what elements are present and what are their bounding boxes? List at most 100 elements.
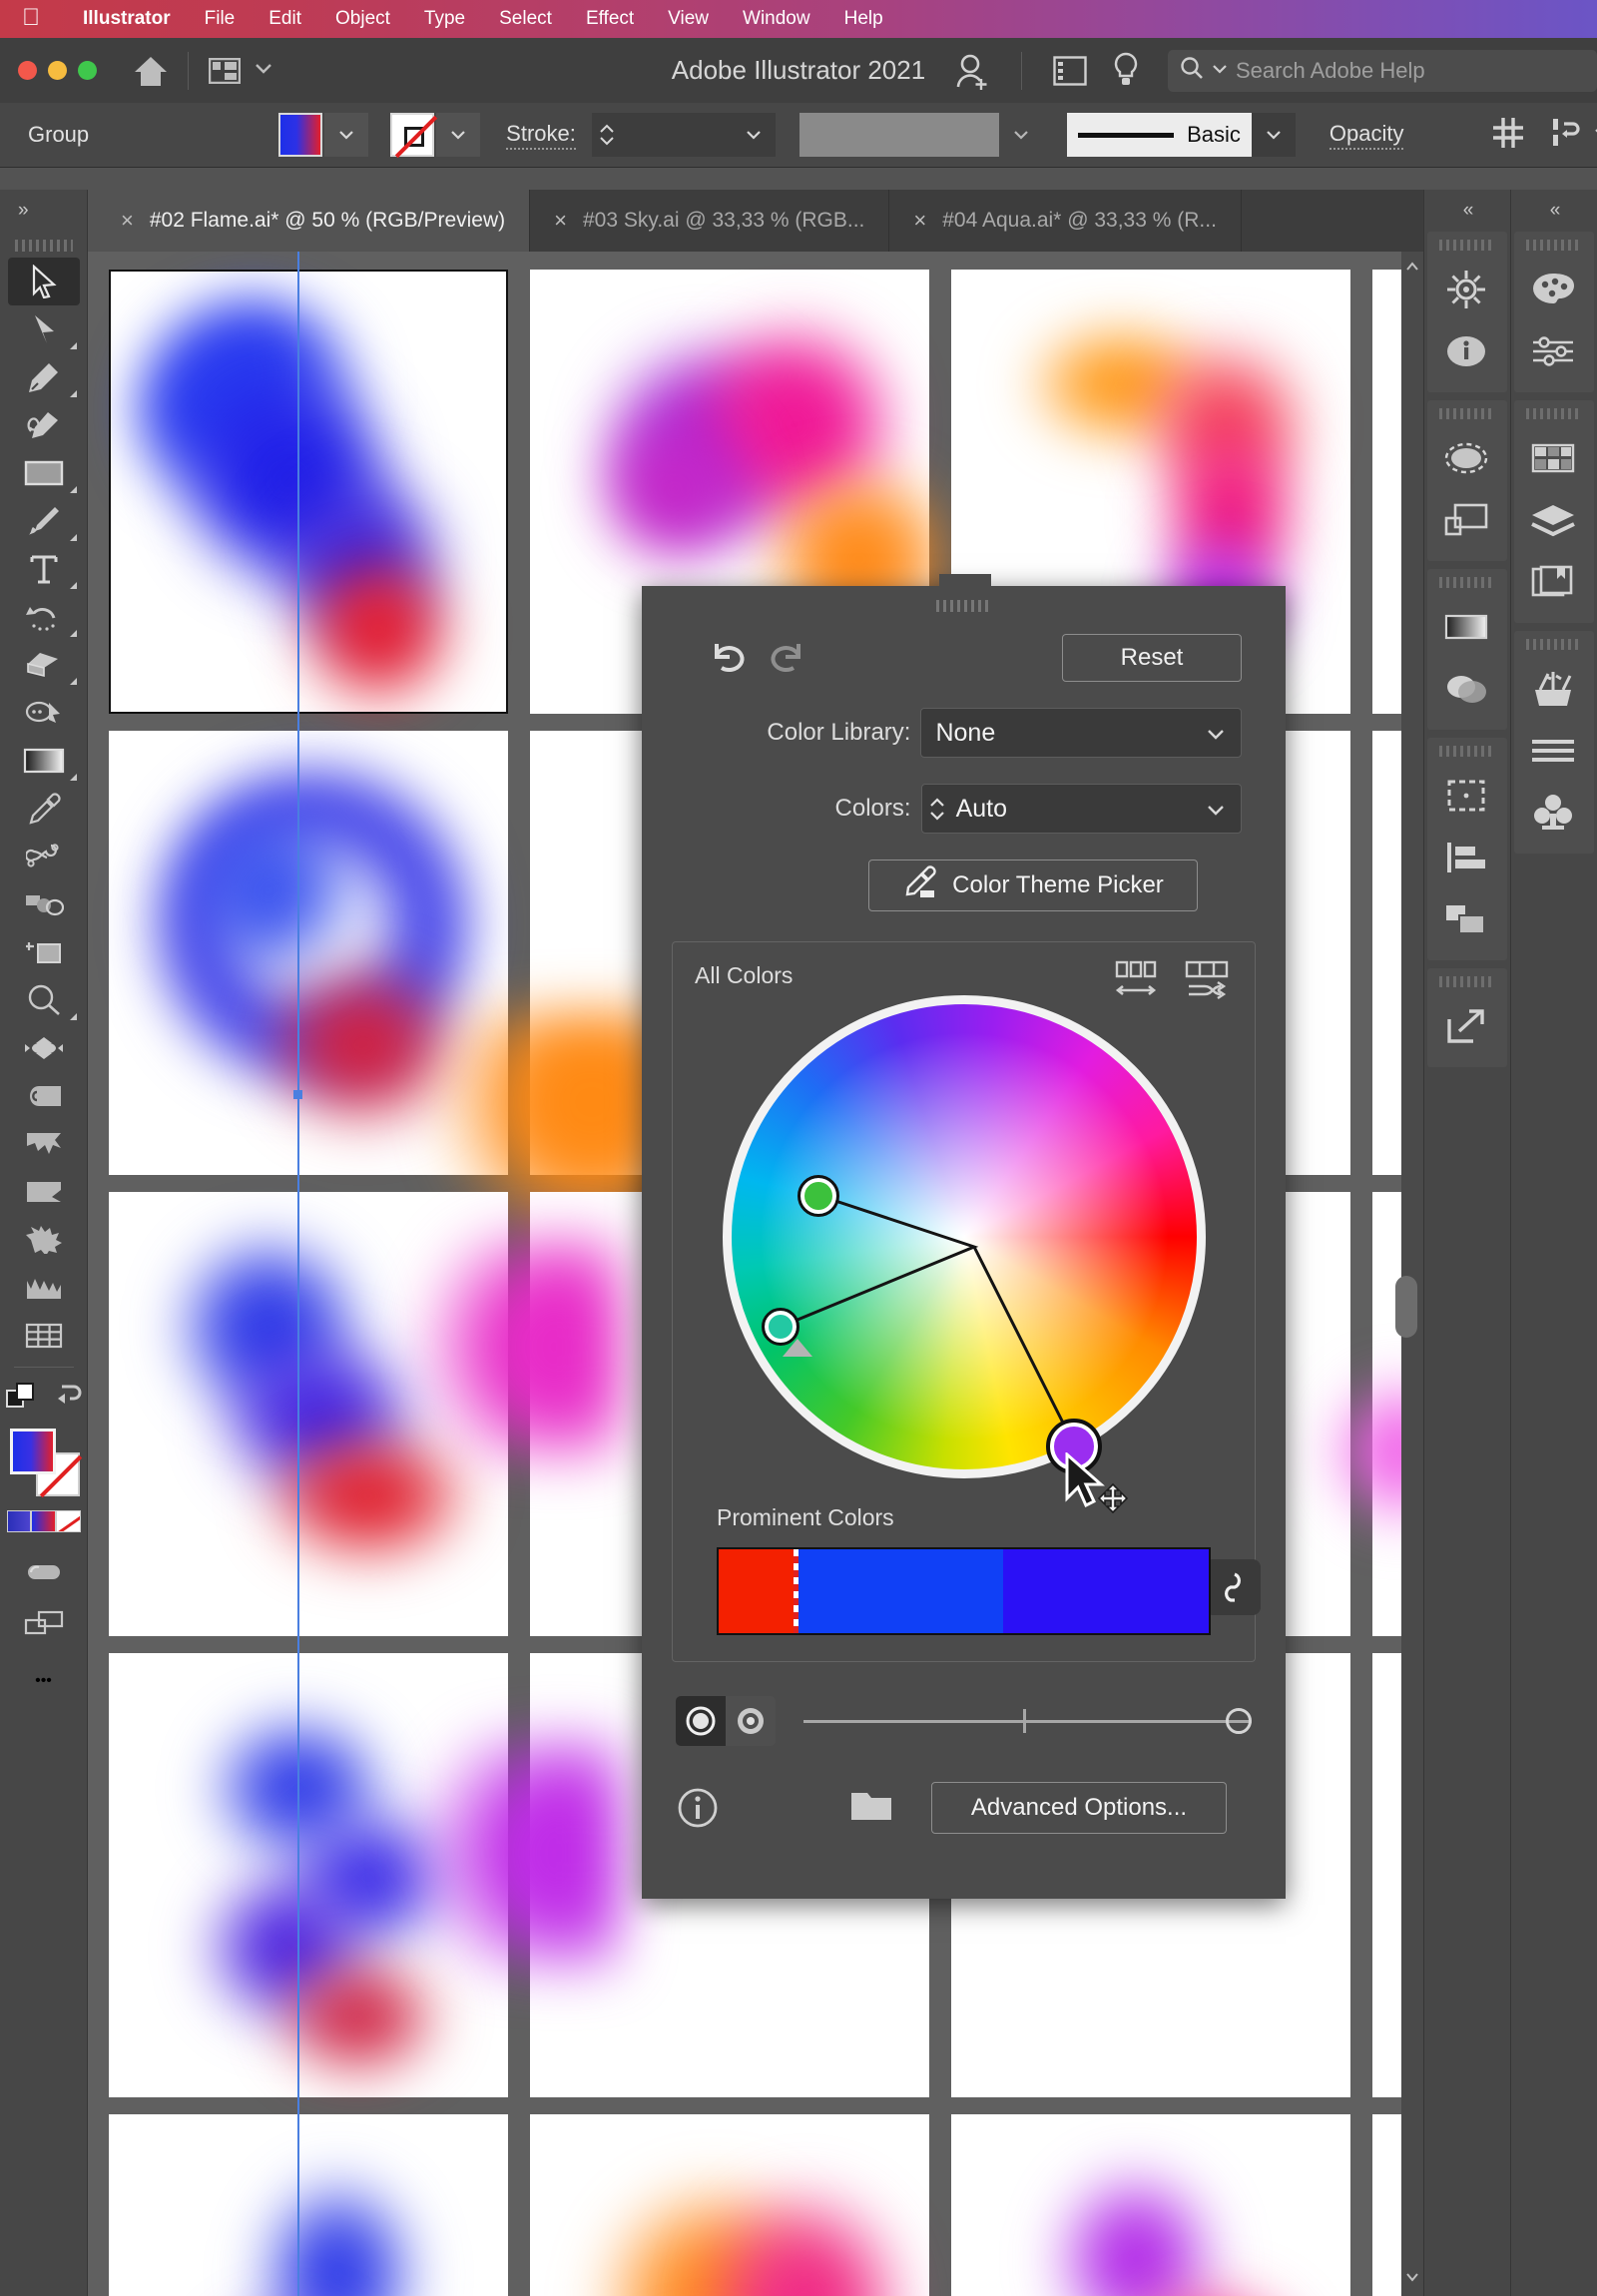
color-mode-button[interactable] [31, 1510, 56, 1532]
home-icon[interactable] [134, 55, 168, 87]
canvas-vertical-scrollbar[interactable] [1401, 252, 1423, 2296]
puppet-warp-tool[interactable] [8, 1072, 80, 1120]
panel-toggle-icon[interactable] [1042, 55, 1098, 86]
drawing-mode-icon[interactable] [8, 1550, 80, 1598]
swap-fill-stroke-icon[interactable] [54, 1383, 82, 1414]
change-screen-mode-icon[interactable] [8, 1598, 80, 1646]
menu-item-object[interactable]: Object [318, 8, 407, 30]
menu-item-window[interactable]: Window [726, 8, 827, 30]
transform-icon[interactable] [1551, 116, 1581, 155]
tab-flame-ai[interactable]: × #02 Flame.ai* @ 50 % (RGB/Preview) [97, 190, 531, 252]
transform-panel-icon[interactable] [1427, 888, 1505, 950]
dock-group-grip[interactable] [1439, 408, 1495, 419]
search-input[interactable]: Search Adobe Help [1168, 49, 1597, 92]
save-theme-folder-icon[interactable] [849, 1789, 893, 1828]
menu-item-view[interactable]: View [651, 8, 726, 30]
menu-item-help[interactable]: Help [827, 8, 900, 30]
dock-group-grip[interactable] [1439, 746, 1495, 757]
workspace-switcher-icon[interactable] [208, 57, 242, 84]
close-icon[interactable]: × [554, 208, 567, 234]
dock-group-grip[interactable] [1526, 639, 1582, 650]
color-wheel[interactable] [722, 995, 1206, 1478]
layers-panel-icon[interactable] [1514, 489, 1592, 551]
gradient-tool[interactable] [8, 737, 80, 785]
slider-knob[interactable] [1226, 1708, 1252, 1734]
color-handle-green[interactable] [797, 1175, 839, 1217]
opacity-label[interactable]: Opacity [1329, 121, 1404, 150]
close-window-button[interactable] [18, 61, 37, 80]
variable-width-chevron-down-icon[interactable] [998, 113, 1043, 157]
transform-chevron-down-icon[interactable] [1593, 126, 1597, 144]
width-tool[interactable] [8, 1120, 80, 1168]
stroke-weight-stepper[interactable] [591, 113, 622, 157]
align-panel-icon[interactable] [1427, 827, 1505, 888]
menu-item-select[interactable]: Select [482, 8, 569, 30]
dialog-drag-grip[interactable] [935, 600, 992, 612]
libraries-panel-icon[interactable] [1514, 551, 1592, 613]
recolor-art-mode-button[interactable] [676, 1696, 726, 1746]
color-theme-picker-button[interactable]: Color Theme Picker [868, 860, 1198, 911]
eyedropper-tool[interactable] [8, 785, 80, 833]
dock-group-grip[interactable] [1526, 240, 1582, 251]
scroll-up-icon[interactable] [1401, 260, 1423, 278]
minimize-window-button[interactable] [48, 61, 67, 80]
eraser-tool[interactable] [8, 641, 80, 689]
search-chevron-down-icon[interactable] [1212, 62, 1228, 80]
fill-color-swatch[interactable] [278, 113, 323, 157]
prominent-color-marker[interactable] [783, 1339, 812, 1357]
tab-sky-ai[interactable]: × #03 Sky.ai @ 33,33 % (RGB... [530, 190, 890, 252]
free-transform-tool[interactable] [8, 1024, 80, 1072]
prominent-color-red[interactable] [719, 1549, 796, 1633]
scroll-down-icon[interactable] [1401, 2270, 1423, 2288]
direct-selection-tool[interactable] [8, 305, 80, 353]
none-mode-button[interactable] [55, 1510, 81, 1532]
dock-group-grip[interactable] [1526, 408, 1582, 419]
workspace-chevron-down-icon[interactable] [254, 61, 273, 80]
stroke-chevron-down-icon[interactable] [436, 113, 481, 157]
artboards-panel-icon[interactable] [1427, 489, 1505, 551]
prominent-colors-bar[interactable] [717, 1547, 1211, 1635]
info-icon[interactable] [676, 1786, 720, 1830]
apple-logo-icon[interactable]:  [22, 5, 40, 30]
export-panel-icon[interactable] [1427, 995, 1505, 1057]
colors-select[interactable]: Auto [920, 784, 1242, 834]
brush-definition-chevron-down-icon[interactable] [1251, 113, 1296, 157]
brush-definition-field[interactable]: Basic [1066, 113, 1252, 157]
gradient-mode-button[interactable] [6, 1510, 32, 1532]
link-harmony-colors-icon[interactable] [1205, 1559, 1261, 1615]
perspective-grid-tool[interactable] [8, 1312, 80, 1360]
tab-aqua-ai[interactable]: × #04 Aqua.ai* @ 33,33 % (R... [889, 190, 1242, 252]
dock-group-grip[interactable] [1439, 577, 1495, 588]
dock-group-grip[interactable] [1439, 976, 1495, 987]
artboard-14[interactable] [530, 2114, 929, 2296]
stroke-weight-chevron-down-icon[interactable] [731, 113, 776, 157]
symbols-panel-icon[interactable] [1514, 782, 1592, 844]
fill-chevron-down-icon[interactable] [324, 113, 369, 157]
anchor-point[interactable] [293, 1090, 302, 1099]
close-icon[interactable]: × [121, 208, 134, 234]
maximize-window-button[interactable] [78, 61, 97, 80]
menu-item-file[interactable]: File [188, 8, 253, 30]
advanced-options-button[interactable]: Advanced Options... [931, 1782, 1227, 1834]
color-library-select[interactable]: None [920, 708, 1242, 758]
undo-icon[interactable] [702, 634, 758, 682]
discover-bulb-icon[interactable] [1098, 52, 1154, 90]
pathfinder-panel-icon[interactable] [1427, 765, 1505, 827]
curvature-tool[interactable] [8, 401, 80, 449]
stroke-panel-icon[interactable] [1514, 720, 1592, 782]
fill-stroke-swatches[interactable] [6, 1427, 82, 1500]
color-guide-panel-icon[interactable] [1514, 320, 1592, 382]
properties-panel-icon[interactable] [1427, 259, 1505, 320]
menu-item-edit[interactable]: Edit [252, 8, 318, 30]
stroke-none-swatch[interactable] [390, 113, 435, 157]
stroke-weight-label[interactable]: Stroke: [506, 121, 576, 150]
color-panel-icon[interactable] [1514, 259, 1592, 320]
brushes-panel-icon[interactable] [1514, 658, 1592, 720]
info-panel-icon[interactable] [1427, 320, 1505, 382]
align-icon[interactable] [1491, 116, 1525, 155]
artboard-13[interactable] [109, 2114, 508, 2296]
rectangle-tool[interactable] [8, 449, 80, 497]
dock-group-grip[interactable] [1439, 240, 1495, 251]
appearance-panel-icon[interactable] [1427, 427, 1505, 489]
gradient-panel-icon[interactable] [1427, 596, 1505, 658]
